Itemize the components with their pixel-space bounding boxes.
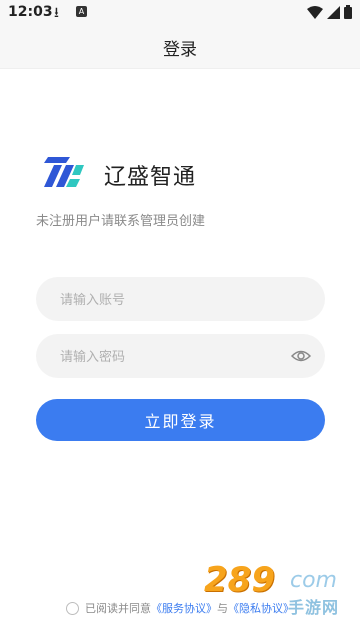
brand-name: 辽盛智通 — [104, 165, 197, 190]
login-button[interactable]: 立即登录 — [36, 399, 325, 441]
eye-icon[interactable] — [291, 346, 311, 366]
status-bar: 12:03 ⭳ A — [0, 0, 360, 24]
download-icon: ⭳ — [54, 5, 59, 21]
brand-logo-icon — [44, 157, 84, 187]
account-field[interactable] — [36, 277, 325, 323]
battery-icon — [344, 5, 352, 19]
privacy-agreement-link[interactable]: 《隐私协议》 — [228, 600, 294, 616]
password-field[interactable] — [36, 334, 325, 380]
agreement-and: 与 — [217, 602, 228, 615]
signal-icon — [327, 5, 340, 19]
register-tip: 未注册用户请联系管理员创建 — [36, 214, 206, 229]
account-input[interactable] — [58, 277, 282, 323]
agree-checkbox[interactable] — [66, 601, 79, 615]
agreement-prefix: 已阅读并同意 — [85, 602, 151, 615]
status-time: 12:03 — [8, 4, 53, 20]
a-icon: A — [76, 6, 87, 17]
password-input[interactable] — [58, 334, 282, 380]
page-title: 登录 — [163, 40, 197, 60]
app-bar: 登录 — [0, 24, 360, 69]
watermark-text: 手游网 — [288, 598, 340, 617]
wifi-icon — [307, 5, 323, 19]
status-right-icons — [307, 5, 352, 19]
service-agreement-link[interactable]: 《服务协议》 — [151, 600, 217, 616]
watermark-com: com — [290, 568, 337, 593]
agreement-row: 已阅读并同意 《服务协议》 与 《隐私协议》 — [66, 600, 294, 616]
watermark-number: 289 — [204, 560, 275, 600]
